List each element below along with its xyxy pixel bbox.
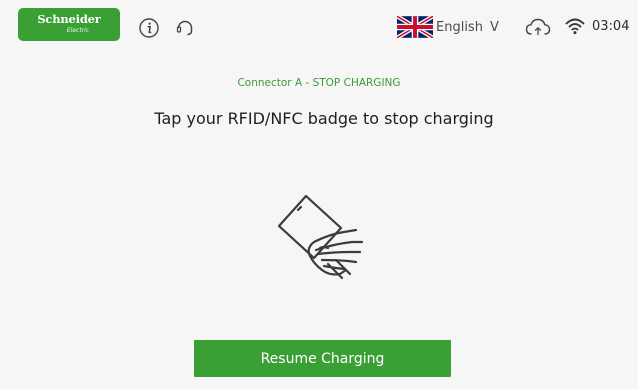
info-icon[interactable] — [138, 17, 160, 39]
logo-sub-text: Electric — [66, 26, 90, 34]
language-chevron: V — [489, 19, 499, 35]
schneider-electric-logo: Schneider Electric — [18, 8, 120, 41]
instruction-text: Tap your RFID/NFC badge to stop charging — [154, 109, 494, 128]
stop-charging-screen: Schneider Electric English V 03:04 Conne… — [0, 0, 638, 389]
uk-flag-icon — [397, 16, 433, 38]
connector-title: Connector A - STOP CHARGING — [237, 77, 401, 89]
language-selector[interactable]: English V — [397, 14, 499, 40]
cloud-sync-icon — [525, 18, 551, 36]
resume-charging-button[interactable]: Resume Charging — [194, 340, 451, 377]
hand-badge-icon — [277, 194, 364, 280]
logo-brand-text: Schneider — [37, 12, 101, 26]
wifi-icon — [565, 18, 585, 35]
language-label: English — [436, 19, 483, 35]
headset-icon[interactable] — [174, 16, 196, 38]
clock-time: 03:04 — [592, 19, 630, 34]
